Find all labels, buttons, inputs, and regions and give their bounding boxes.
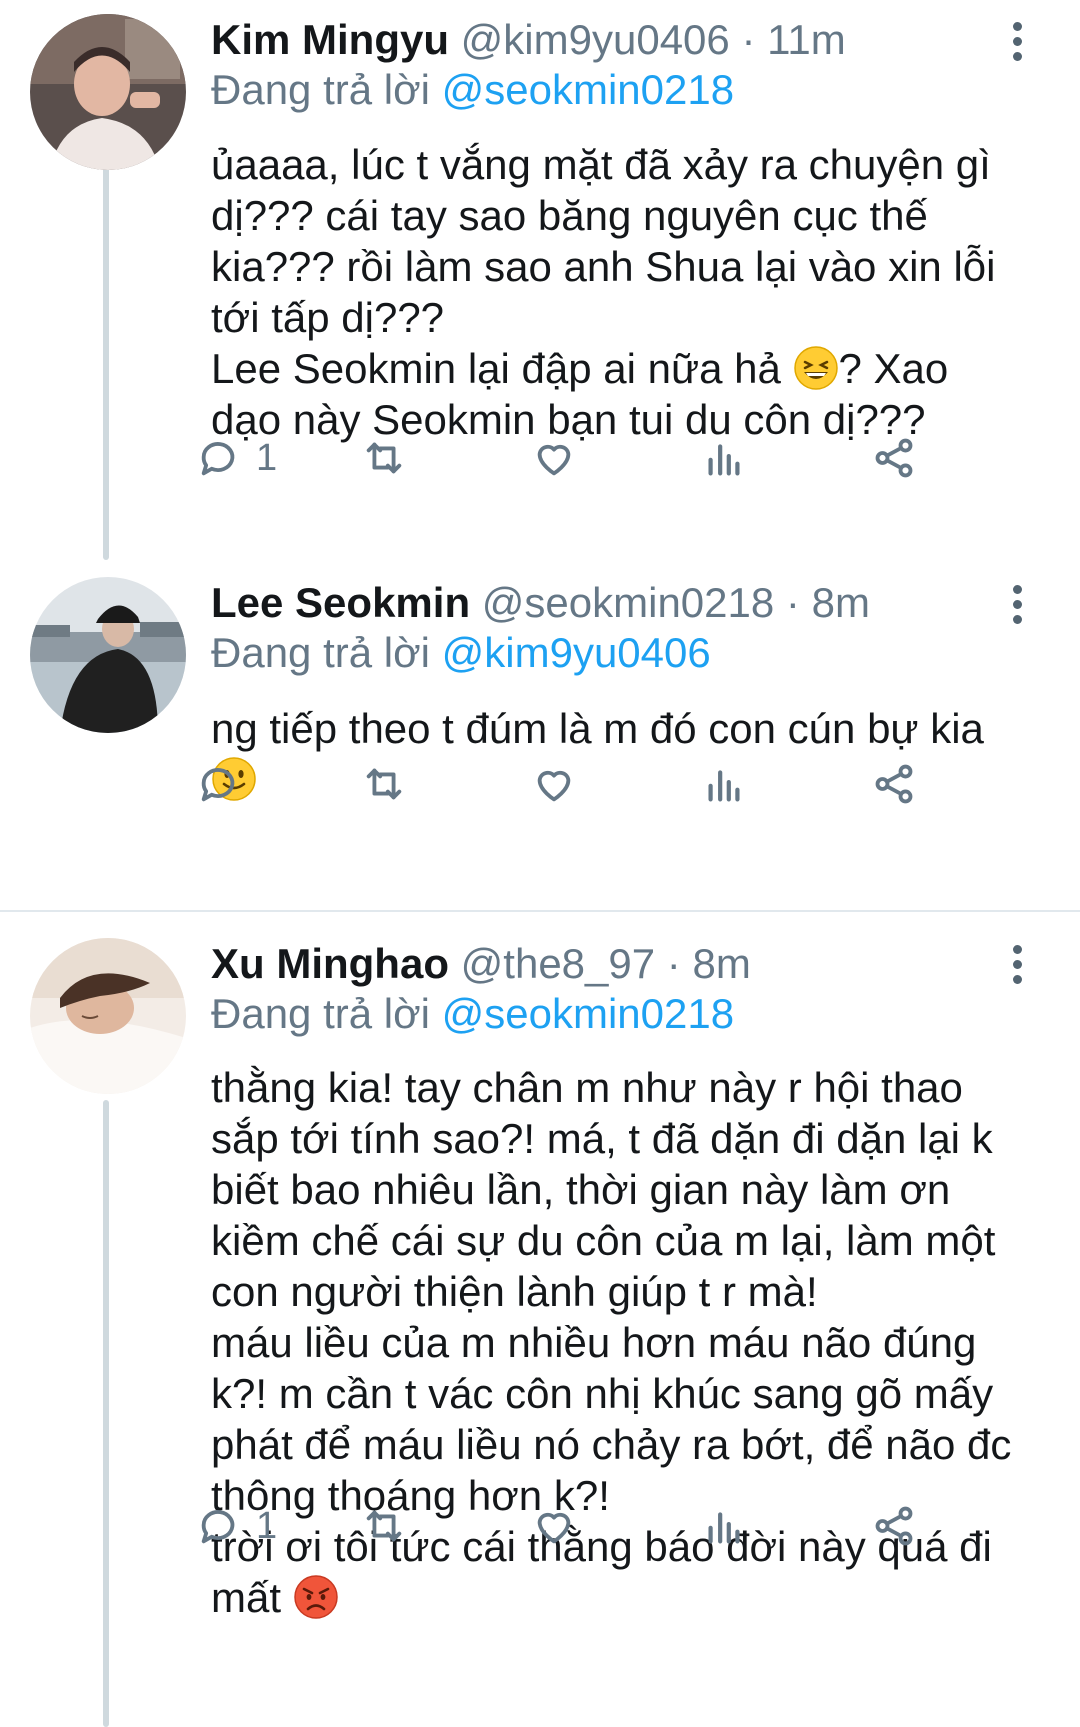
tweet-line-with-emoji: mất [211,1572,1051,1623]
share-icon [875,438,913,478]
retweet-button[interactable] [361,1496,407,1556]
like-button[interactable] [531,754,577,814]
display-name[interactable]: Lee Seokmin [211,579,470,626]
tweet-line: thằng kia! tay chân m như này r hội thao [211,1064,963,1111]
heart-icon [537,770,571,802]
replying-to-label: Đang trả lời [211,990,430,1037]
avatar[interactable] [30,938,186,1094]
more-options-icon[interactable] [1005,940,1029,1000]
retweet-icon [366,768,402,800]
separator-dot: · [741,16,756,63]
separator-dot: · [666,940,681,987]
tweet-header: Xu Minghao @the8_97 · 8m [211,939,751,989]
reply-button[interactable]: 1 [196,1496,277,1556]
more-options-icon[interactable] [1005,17,1029,77]
tweet-kim-mingyu[interactable]: Kim Mingyu @kim9yu0406 · 11m Đang trả lờ… [0,0,1080,560]
reply-icon [201,1510,235,1544]
tweet-line: sắp tới tính sao?! má, t đã dặn đi dặn l… [211,1115,993,1162]
tweet-line: con người thiện lành giúp t r mà! [211,1268,818,1315]
reply-count: 1 [256,436,278,479]
like-button[interactable] [531,1496,577,1556]
analytics-icon [708,1512,740,1544]
pouting-face-emoji [293,1574,339,1620]
avatar[interactable] [30,577,186,733]
grinning-squint-face-emoji [793,345,839,391]
analytics-button[interactable] [701,1496,747,1556]
replying-to: Đang trả lời @seokmin0218 [211,989,734,1039]
action-bar: 1 [201,1496,1011,1556]
analytics-button[interactable] [701,754,747,814]
tweet-line: ng tiếp theo t đúm là m đó con cún bự ki… [211,705,984,752]
reply-count: 1 [256,1504,278,1547]
retweet-icon [366,1510,402,1542]
mention-link[interactable]: @kim9yu0406 [442,629,711,676]
tweet-line: biết bao nhiêu lần, thời gian này làm ơn [211,1166,951,1213]
action-bar [201,754,1011,814]
action-bar: 1 [201,428,1011,488]
reply-icon [201,768,235,802]
tweet-lee-seokmin[interactable]: Lee Seokmin @seokmin0218 · 8m Đang trả l… [0,560,1080,910]
timestamp[interactable]: 8m [692,940,750,987]
replying-to: Đang trả lời @seokmin0218 [211,65,734,115]
reply-icon [201,442,235,476]
user-handle[interactable]: @kim9yu0406 [461,16,730,63]
more-options-icon[interactable] [1005,580,1029,640]
share-icon [875,764,913,804]
replying-to: Đang trả lời @kim9yu0406 [211,628,711,678]
user-handle[interactable]: @the8_97 [461,940,655,987]
user-handle[interactable]: @seokmin0218 [482,579,774,626]
tweet-header: Lee Seokmin @seokmin0218 · 8m [211,578,870,628]
tweet-line: mất [211,1574,282,1621]
tweet-xu-minghao[interactable]: Xu Minghao @the8_97 · 8m Đang trả lời @s… [0,912,1080,1727]
analytics-icon [708,444,740,476]
tweet-header: Kim Mingyu @kim9yu0406 · 11m [211,15,846,65]
analytics-button[interactable] [701,428,747,488]
share-button[interactable] [871,428,917,488]
retweet-button[interactable] [361,428,407,488]
share-icon [875,1506,913,1546]
separator-dot: · [785,579,800,626]
tweet-line: ủaaaa, lúc t vắng mặt đã xảy ra chuyện g… [211,141,991,188]
reply-button[interactable]: 1 [196,428,277,488]
tweet-line: ? Xao [838,345,949,392]
share-button[interactable] [871,754,917,814]
analytics-icon [708,770,740,802]
avatar[interactable] [30,14,186,170]
mention-link[interactable]: @seokmin0218 [442,66,734,113]
tweet-line: máu liều của m nhiều hơn máu não đúng [211,1319,977,1366]
tweet-line: tới tấp dị??? [211,294,445,341]
retweet-button[interactable] [361,754,407,814]
mention-link[interactable]: @seokmin0218 [442,990,734,1037]
replying-to-label: Đang trả lời [211,66,430,113]
tweet-line: k?! m cần t vác côn nhị khúc sang gõ mấy [211,1370,994,1417]
like-button[interactable] [531,428,577,488]
retweet-icon [366,442,402,474]
reply-button[interactable] [196,754,256,814]
tweet-line: Lee Seokmin lại đập ai nữa hả [211,345,781,392]
share-button[interactable] [871,1496,917,1556]
display-name[interactable]: Kim Mingyu [211,16,449,63]
heart-icon [537,1512,571,1544]
tweet-line: kiềm chế cái sự du côn của m lại, làm mộ… [211,1217,996,1264]
tweet-line: kia??? rồi làm sao anh Shua lại vào xin … [211,243,996,290]
replying-to-label: Đang trả lời [211,629,430,676]
tweet-line-with-emoji: Lee Seokmin lại đập ai nữa hả ? Xao [211,343,1051,394]
tweet-line: phát để máu liều nó chảy ra bớt, để não … [211,1421,1012,1468]
display-name[interactable]: Xu Minghao [211,940,449,987]
timestamp[interactable]: 11m [767,16,846,63]
timestamp[interactable]: 8m [812,579,870,626]
tweet-text: ủaaaa, lúc t vắng mặt đã xảy ra chuyện g… [211,139,1051,445]
heart-icon [537,444,571,476]
tweet-line: dị??? cái tay sao băng nguyên cục thế [211,192,928,239]
